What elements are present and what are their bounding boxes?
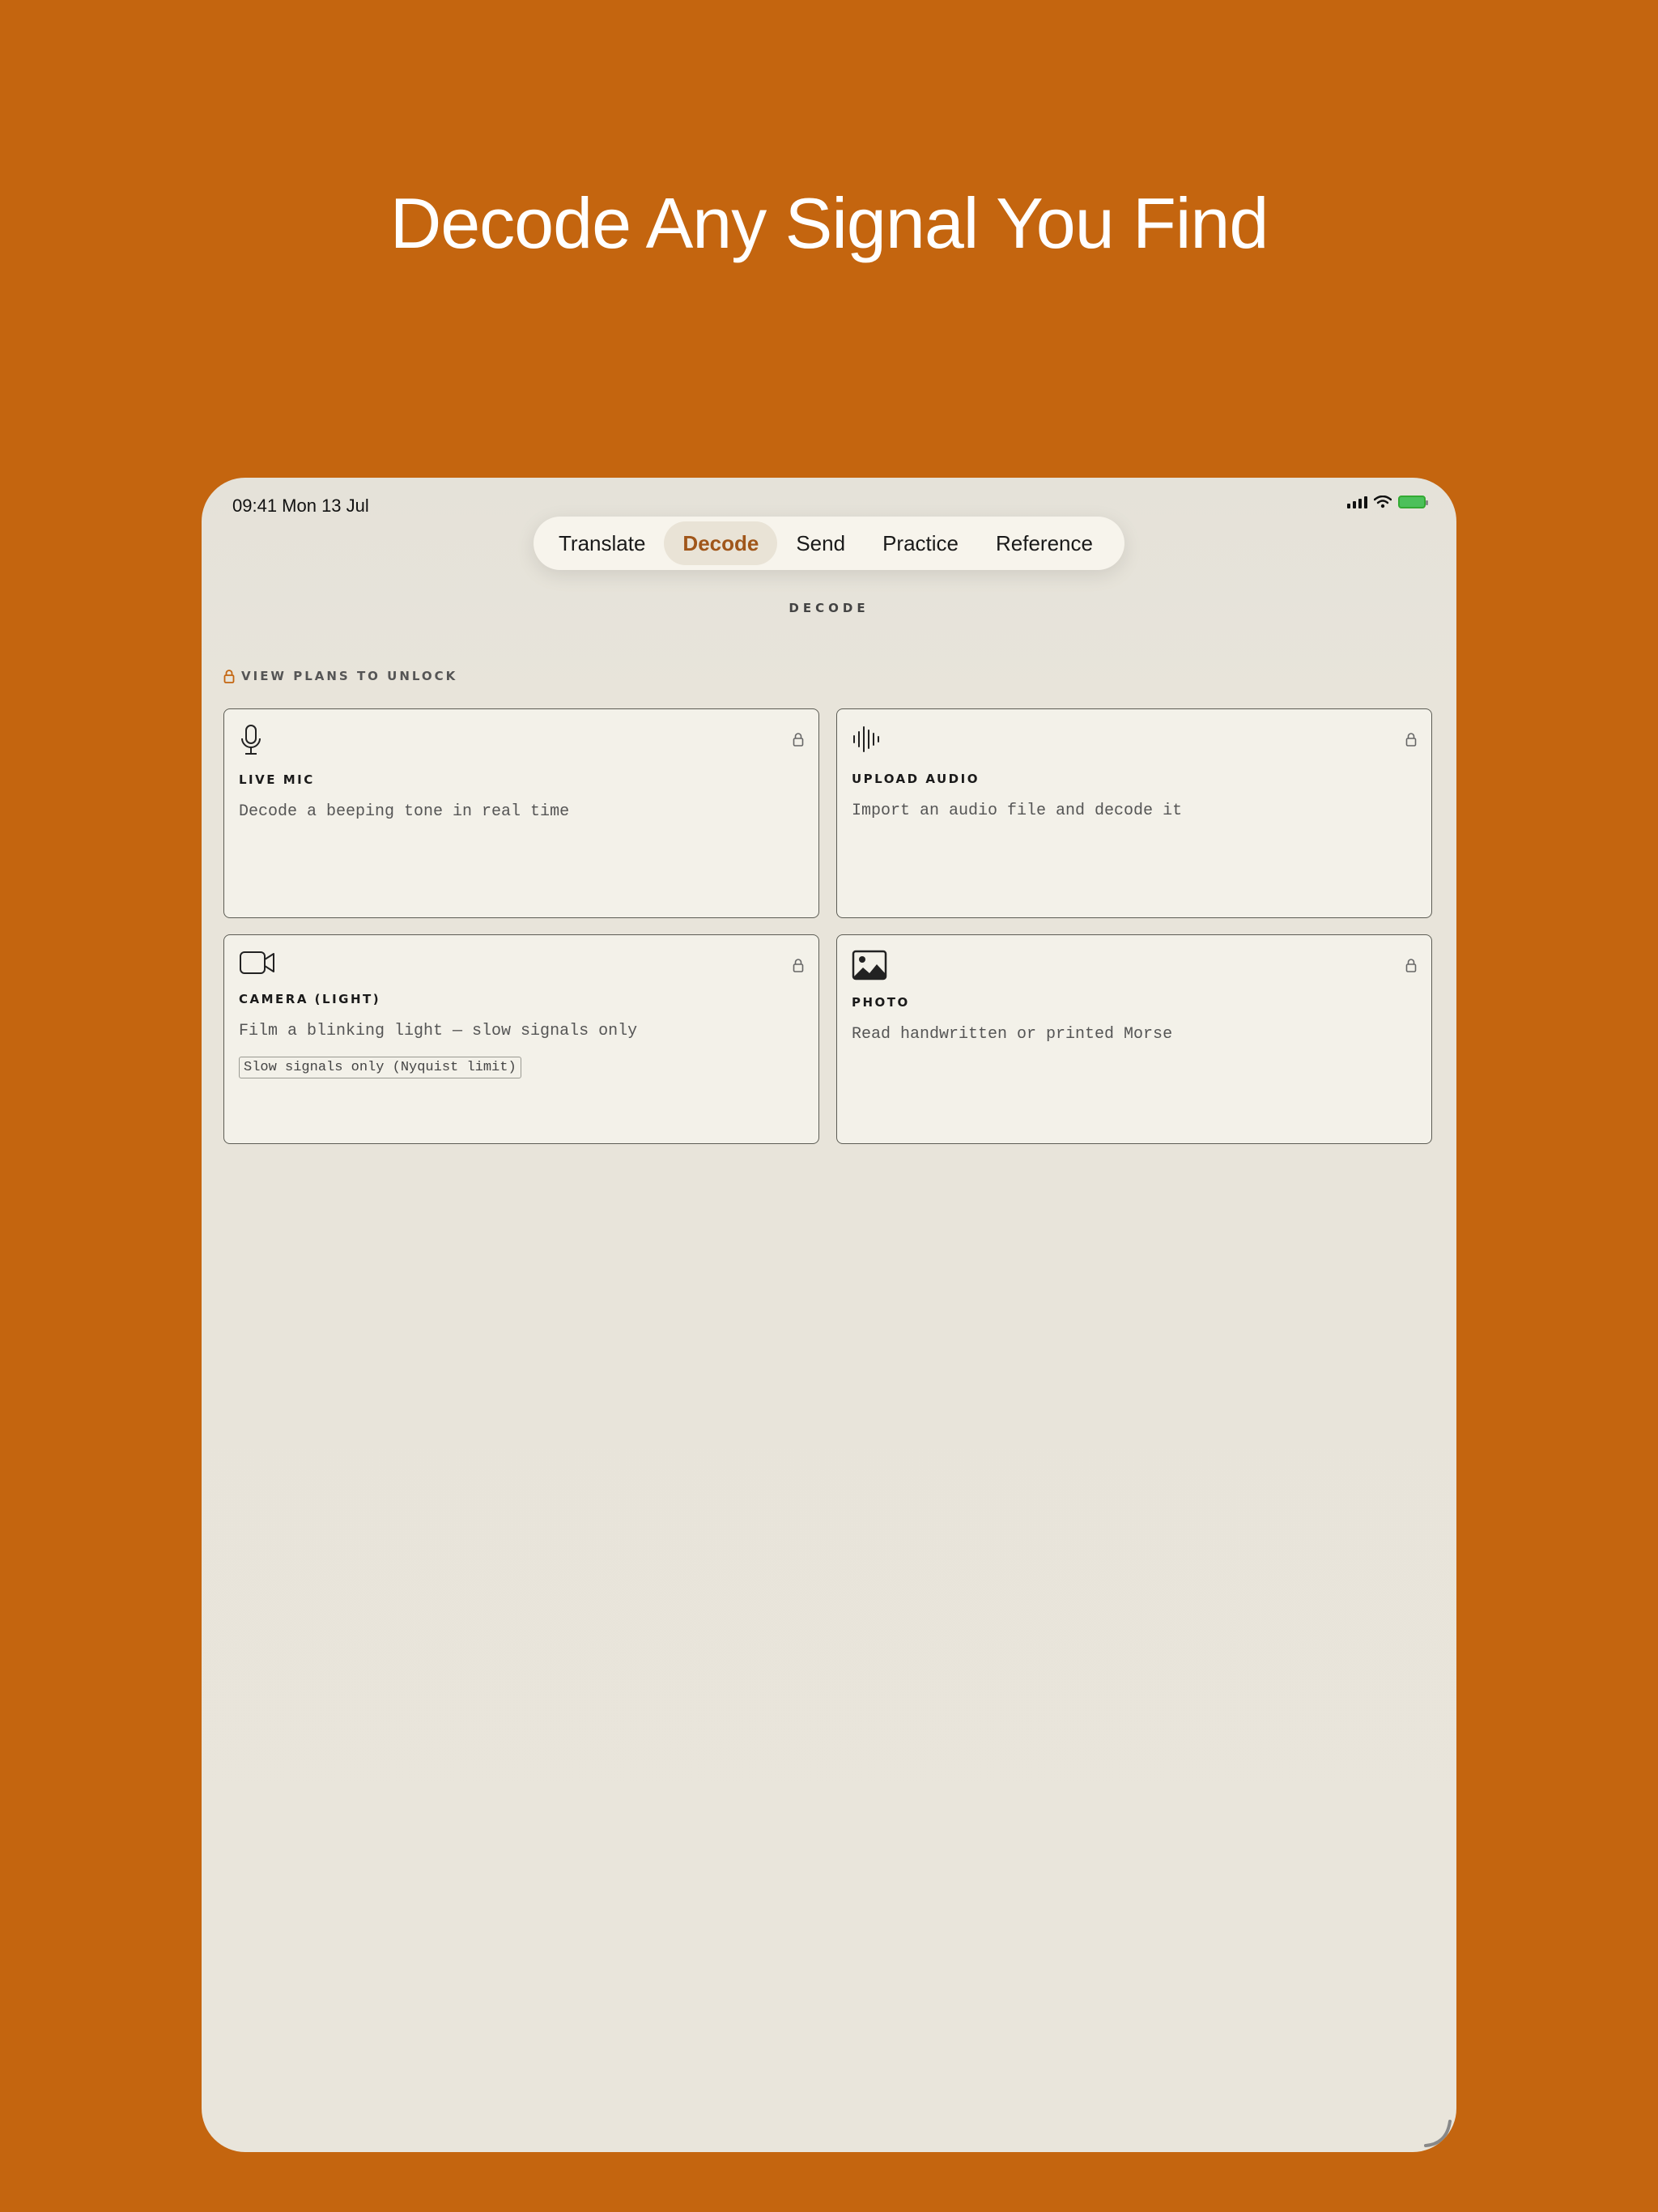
status-icons	[1347, 496, 1428, 508]
waveform-icon	[853, 726, 879, 752]
tab-reference[interactable]: Reference	[977, 521, 1112, 565]
view-plans-label: VIEW PLANS TO UNLOCK	[241, 669, 458, 683]
microphone-icon	[241, 725, 261, 755]
tab-bar: Translate Decode Send Practice Reference	[534, 517, 1124, 570]
resize-handle-icon[interactable]	[1421, 2116, 1453, 2149]
battery-icon	[1398, 496, 1428, 508]
section-title: DECODE	[789, 601, 869, 615]
status-bar: 09:41 Mon 13 Jul	[232, 486, 1428, 516]
view-plans-button[interactable]: VIEW PLANS TO UNLOCK	[223, 669, 457, 683]
card-title: PHOTO	[852, 995, 910, 1010]
status-time: 09:41 Mon 13 Jul	[232, 496, 369, 516]
card-title: CAMERA (LIGHT)	[239, 992, 381, 1006]
card-title: LIVE MIC	[239, 772, 315, 787]
tab-practice[interactable]: Practice	[864, 521, 977, 565]
lock-icon	[1405, 733, 1417, 747]
tab-decode[interactable]: Decode	[664, 521, 778, 565]
lock-icon	[793, 733, 804, 747]
nyquist-limit-badge: Slow signals only (Nyquist limit)	[239, 1057, 521, 1078]
camera-light-card[interactable]: CAMERA (LIGHT) Film a blinking light — s…	[223, 934, 819, 1144]
video-camera-icon	[240, 951, 274, 974]
lock-icon	[1405, 959, 1417, 972]
card-description: Import an audio file and decode it	[852, 802, 1183, 820]
device-screen: 09:41 Mon 13 Jul Translate Decode Send P…	[202, 478, 1456, 2152]
tab-send[interactable]: Send	[777, 521, 864, 565]
card-title: UPLOAD AUDIO	[852, 772, 980, 786]
card-description: Decode a beeping tone in real time	[239, 802, 570, 821]
lock-icon	[793, 959, 804, 972]
photo-icon	[852, 950, 887, 981]
photo-card[interactable]: PHOTO Read handwritten or printed Morse	[836, 934, 1432, 1144]
upload-audio-card[interactable]: UPLOAD AUDIO Import an audio file and de…	[836, 708, 1432, 918]
lock-icon	[223, 670, 235, 683]
wifi-icon	[1374, 496, 1392, 508]
card-description: Read handwritten or printed Morse	[852, 1025, 1173, 1044]
headline: Decode Any Signal You Find	[389, 183, 1269, 263]
live-mic-card[interactable]: LIVE MIC Decode a beeping tone in real t…	[223, 708, 819, 918]
tab-translate[interactable]: Translate	[540, 521, 664, 565]
card-description: Film a blinking light — slow signals onl…	[239, 1022, 638, 1040]
cellular-signal-icon	[1347, 496, 1367, 508]
